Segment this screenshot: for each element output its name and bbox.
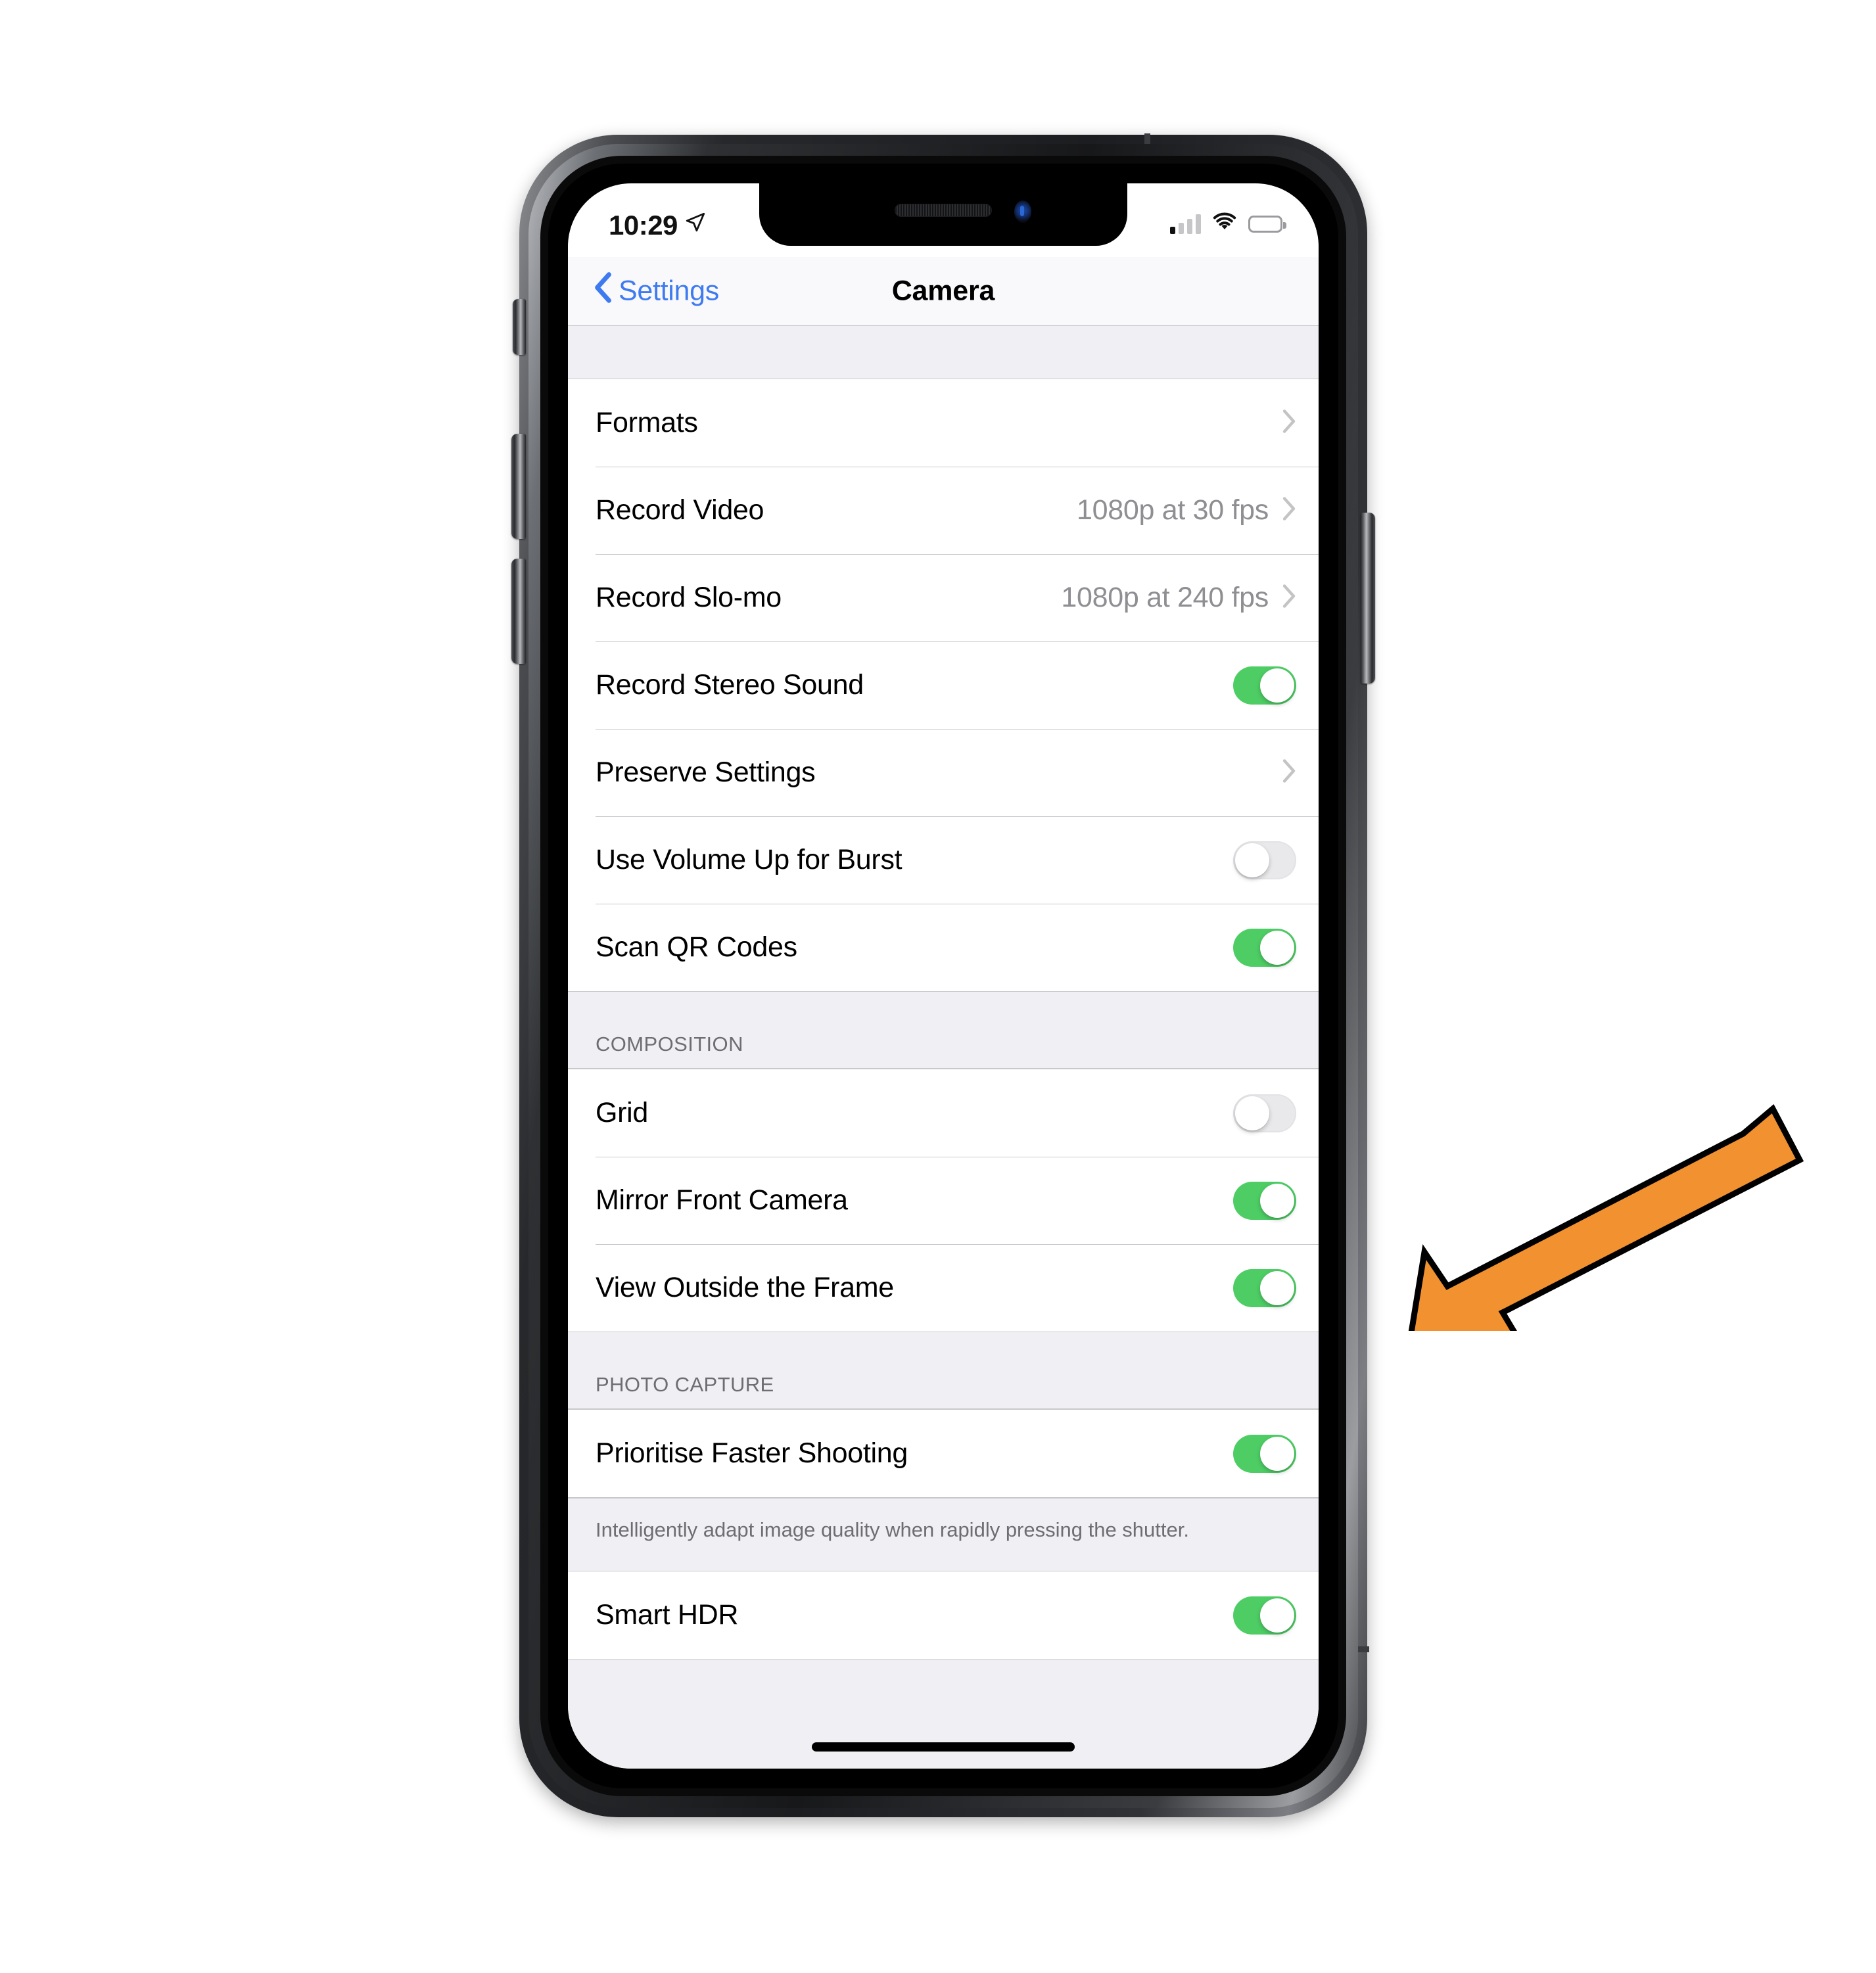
toggle-mirror-front-camera[interactable]: [1233, 1181, 1296, 1220]
toggle-smart-hdr[interactable]: [1233, 1596, 1296, 1635]
row-label: Smart HDR: [596, 1599, 739, 1631]
chevron-right-icon: [1282, 584, 1296, 612]
arrow-down-left-icon: [1374, 1055, 1847, 1377]
toggle-knob: [1260, 930, 1294, 965]
row-label: Record Stereo Sound: [596, 669, 864, 701]
chevron-right-icon: [1282, 758, 1296, 787]
row-accessory: 1080p at 30 fps: [1077, 494, 1296, 526]
row-record-slo-mo[interactable]: Record Slo-mo 1080p at 240 fps: [568, 554, 1319, 641]
wifi-icon: [1211, 212, 1238, 235]
row-mirror-front-camera[interactable]: Mirror Front Camera: [568, 1157, 1319, 1244]
status-bar-left: 10:29: [609, 210, 707, 241]
toggle-grid[interactable]: [1233, 1094, 1296, 1132]
row-accessory: [1282, 758, 1296, 787]
row-value: 1080p at 30 fps: [1077, 494, 1269, 526]
front-camera-icon: [1014, 200, 1031, 223]
row-label: Record Video: [596, 494, 764, 526]
row-label: Prioritise Faster Shooting: [596, 1437, 908, 1469]
chevron-right-icon: [1282, 496, 1296, 524]
row-formats[interactable]: Formats: [568, 379, 1319, 467]
page-title: Camera: [891, 275, 995, 307]
row-label: Formats: [596, 407, 698, 438]
phone-screen: 10:29 Settings Camera Formats Record Vid…: [568, 183, 1319, 1769]
device-bezel: 10:29 Settings Camera Formats Record Vid…: [548, 164, 1338, 1788]
row-accessory: 1080p at 240 fps: [1061, 582, 1296, 614]
row-record-video[interactable]: Record Video 1080p at 30 fps: [568, 467, 1319, 554]
home-indicator-bar[interactable]: [812, 1742, 1075, 1752]
toggle-knob: [1260, 1436, 1294, 1471]
row-label: Mirror Front Camera: [596, 1184, 848, 1216]
navigation-bar: Settings Camera: [568, 257, 1319, 326]
row-preserve-settings[interactable]: Preserve Settings: [568, 729, 1319, 816]
clock-label: 10:29: [609, 210, 678, 241]
device-midframe: 10:29 Settings Camera Formats Record Vid…: [528, 144, 1358, 1808]
screenshot-canvas: 10:29 Settings Camera Formats Record Vid…: [0, 0, 1876, 1973]
section-header-photo-capture: PHOTO CAPTURE: [568, 1332, 1319, 1409]
row-label: Record Slo-mo: [596, 582, 782, 613]
row-label: Preserve Settings: [596, 756, 816, 788]
row-label: Grid: [596, 1097, 649, 1128]
row-value: 1080p at 240 fps: [1061, 582, 1269, 613]
earpiece-speaker-icon: [895, 204, 992, 217]
volume-down-button[interactable]: [511, 559, 526, 664]
status-bar-right: [1170, 212, 1286, 235]
toggle-knob: [1260, 668, 1294, 703]
toggle-knob: [1260, 1270, 1294, 1305]
iphone-device: 10:29 Settings Camera Formats Record Vid…: [511, 133, 1375, 1817]
settings-group-smart-hdr: Smart HDR: [568, 1571, 1319, 1660]
power-button[interactable]: [1361, 513, 1375, 684]
settings-group-general: Formats Record Video 1080p at 30 fps Rec…: [568, 379, 1319, 992]
location-arrow-icon: [684, 208, 707, 240]
volume-up-button[interactable]: [511, 434, 526, 539]
notch-cutout: [759, 183, 1127, 246]
row-label: Scan QR Codes: [596, 931, 797, 963]
toggle-record-stereo-sound[interactable]: [1233, 666, 1296, 705]
toggle-knob: [1235, 843, 1269, 877]
settings-group-photo-capture: Prioritise Faster Shooting: [568, 1409, 1319, 1498]
row-label: View Outside the Frame: [596, 1272, 894, 1303]
section-header-composition: COMPOSITION: [568, 992, 1319, 1069]
chevron-right-icon: [1282, 409, 1296, 437]
cellular-signal-icon: [1170, 214, 1201, 234]
row-grid[interactable]: Grid: [568, 1069, 1319, 1157]
row-smart-hdr[interactable]: Smart HDR: [568, 1571, 1319, 1660]
toggle-use-volume-up-for-burst[interactable]: [1233, 841, 1296, 879]
toggle-view-outside-the-frame[interactable]: [1233, 1268, 1296, 1307]
row-use-volume-up-for-burst[interactable]: Use Volume Up for Burst: [568, 816, 1319, 904]
row-record-stereo-sound[interactable]: Record Stereo Sound: [568, 641, 1319, 729]
toggle-knob: [1260, 1598, 1294, 1633]
silent-switch[interactable]: [513, 299, 526, 355]
toggle-scan-qr-codes[interactable]: [1233, 928, 1296, 967]
battery-icon: [1248, 215, 1286, 233]
row-label: Use Volume Up for Burst: [596, 844, 903, 875]
list-top-gap: [568, 326, 1319, 379]
row-accessory: [1282, 409, 1296, 437]
toggle-knob: [1235, 1096, 1269, 1130]
row-view-outside-the-frame[interactable]: View Outside the Frame: [568, 1244, 1319, 1332]
device-body: 10:29 Settings Camera Formats Record Vid…: [540, 156, 1346, 1796]
settings-list[interactable]: Formats Record Video 1080p at 30 fps Rec…: [568, 326, 1319, 1769]
settings-group-composition: Grid Mirror Front Camera View Outside th…: [568, 1069, 1319, 1332]
toggle-knob: [1260, 1183, 1294, 1218]
row-scan-qr-codes[interactable]: Scan QR Codes: [568, 904, 1319, 991]
row-prioritise-faster-shooting[interactable]: Prioritise Faster Shooting: [568, 1410, 1319, 1497]
section-footer-photo-capture: Intelligently adapt image quality when r…: [568, 1498, 1319, 1571]
toggle-prioritise-faster-shooting[interactable]: [1233, 1434, 1296, 1473]
